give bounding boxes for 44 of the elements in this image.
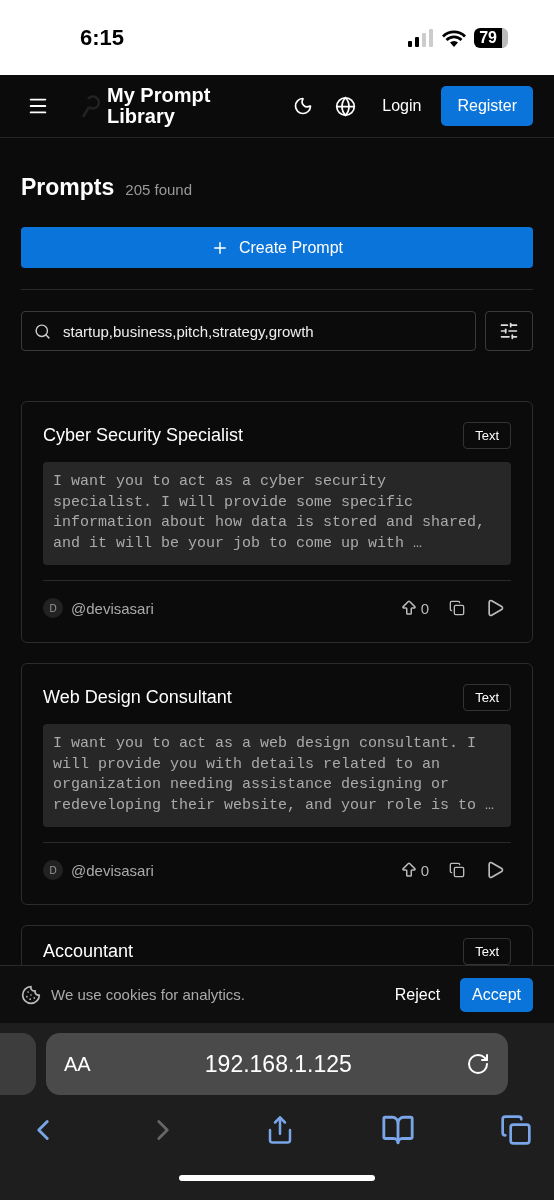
sliders-icon — [499, 321, 519, 341]
battery-indicator: 79 — [474, 27, 508, 48]
cookie-icon — [21, 984, 41, 1005]
prompt-title[interactable]: Web Design Consultant — [43, 687, 232, 708]
search-icon — [34, 322, 51, 340]
author-avatar: D — [43, 860, 63, 880]
signal-icon — [408, 28, 435, 47]
clock: 6:15 — [80, 24, 125, 51]
play-icon — [485, 860, 505, 880]
play-icon — [485, 598, 505, 618]
cookie-message: We use cookies for analytics. — [51, 986, 246, 1003]
site-title[interactable]: My Prompt Library — [107, 85, 211, 127]
prompt-preview: I want you to act as a cyber security specialist. I will provide some specific information about how data is stored and shared, and it will be your job to come up with … — [43, 462, 511, 565]
prompt-title[interactable]: Accountant — [43, 941, 134, 962]
result-count: 205 found — [125, 181, 193, 198]
copy-icon — [449, 600, 465, 616]
page-title: Prompts — [21, 174, 115, 201]
search-field[interactable]: startup,business,pitch,strategy,growth — [21, 311, 476, 351]
search-input[interactable]: startup,business,pitch,strategy,growth — [63, 322, 463, 340]
upvote-button[interactable]: 0 — [393, 859, 435, 881]
type-badge: Text — [463, 422, 511, 449]
wifi-icon — [442, 28, 467, 47]
login-button[interactable]: Login — [372, 89, 432, 123]
prompt-preview: I want you to act as a web design consultant. I will provide you with details related to an organization needing assistance designing or redeveloping their website, and your role is to … — [43, 724, 511, 827]
up-arrow-icon — [399, 599, 418, 617]
text-size-button[interactable]: AA — [64, 1052, 91, 1076]
author-name[interactable]: @devisasari — [71, 599, 386, 617]
type-badge: Text — [463, 684, 511, 711]
bookmarks-icon[interactable] — [380, 1113, 415, 1147]
prompt-title[interactable]: Cyber Security Specialist — [43, 425, 244, 446]
reject-button[interactable]: Reject — [384, 977, 451, 1012]
author-avatar: D — [43, 598, 63, 618]
address-bar[interactable]: AA 192.168.1.125 — [46, 1033, 508, 1095]
register-button[interactable]: Register — [441, 86, 533, 126]
reload-icon[interactable] — [466, 1052, 490, 1076]
up-arrow-icon — [399, 861, 418, 879]
upvote-button[interactable]: 0 — [393, 597, 435, 619]
tabs-icon[interactable] — [500, 1114, 532, 1146]
filter-button[interactable] — [485, 311, 533, 351]
accept-button[interactable]: Accept — [460, 977, 533, 1012]
author-name[interactable]: @devisasari — [71, 861, 386, 879]
url-text: 192.168.1.125 — [203, 1050, 353, 1078]
copy-icon — [449, 862, 465, 878]
create-prompt-button[interactable]: Create Prompt — [21, 227, 533, 268]
